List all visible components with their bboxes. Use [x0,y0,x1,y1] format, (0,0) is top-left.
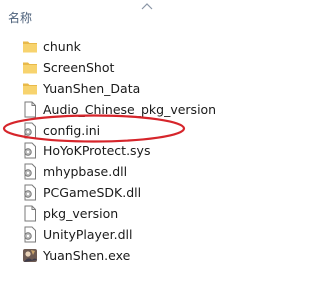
folder-icon [23,62,37,74]
settings-file-icon [24,226,36,243]
list-item-pkg-version[interactable]: pkg_version [0,203,277,224]
file-name: config.ini [43,122,101,138]
list-item-pcgamesdk-dll[interactable]: PCGameSDK.dll [0,182,277,203]
file-name: YuanShen.exe [43,247,131,263]
list-item-mhypbase-dll[interactable]: mhypbase.dll [0,161,277,182]
list-item-screenshot[interactable]: ScreenShot [0,57,277,78]
file-icon [24,101,36,118]
list-item-unityplayer-dll[interactable]: UnityPlayer.dll [0,224,277,245]
file-icon [24,205,36,222]
settings-file-icon [24,122,36,139]
folder-icon [23,41,37,53]
name-column-header[interactable]: 名称 [8,9,32,26]
settings-file-icon [24,163,36,180]
list-item-config-ini[interactable]: config.ini [0,120,277,141]
list-item-yuanshen-data[interactable]: YuanShen_Data [0,78,277,99]
file-name: HoYoKProtect.sys [43,143,151,159]
file-name: pkg_version [43,206,119,222]
file-name: Audio_Chinese_pkg_version [43,101,217,117]
list-item-audio-chinese-pkg-version[interactable]: Audio_Chinese_pkg_version [0,99,277,120]
settings-file-icon [24,184,36,201]
sort-ascending-icon[interactable] [141,2,153,10]
file-list: chunk ScreenShot YuanShen_Data Audio_Chi… [0,36,277,266]
list-item-chunk[interactable]: chunk [0,36,277,57]
file-name: YuanShen_Data [43,80,141,96]
file-name: chunk [43,39,81,54]
file-name: UnityPlayer.dll [43,227,133,243]
list-item-yuanshen-exe[interactable]: YuanShen.exe [0,245,277,266]
file-name: mhypbase.dll [43,164,128,180]
folder-icon [23,83,37,95]
settings-file-icon [24,142,36,159]
file-name: ScreenShot [43,59,115,75]
column-header: 名称 [0,0,277,30]
list-item-hoyokprotect-sys[interactable]: HoYoKProtect.sys [0,140,277,161]
file-name: PCGameSDK.dll [43,185,142,201]
exe-icon [23,248,37,262]
